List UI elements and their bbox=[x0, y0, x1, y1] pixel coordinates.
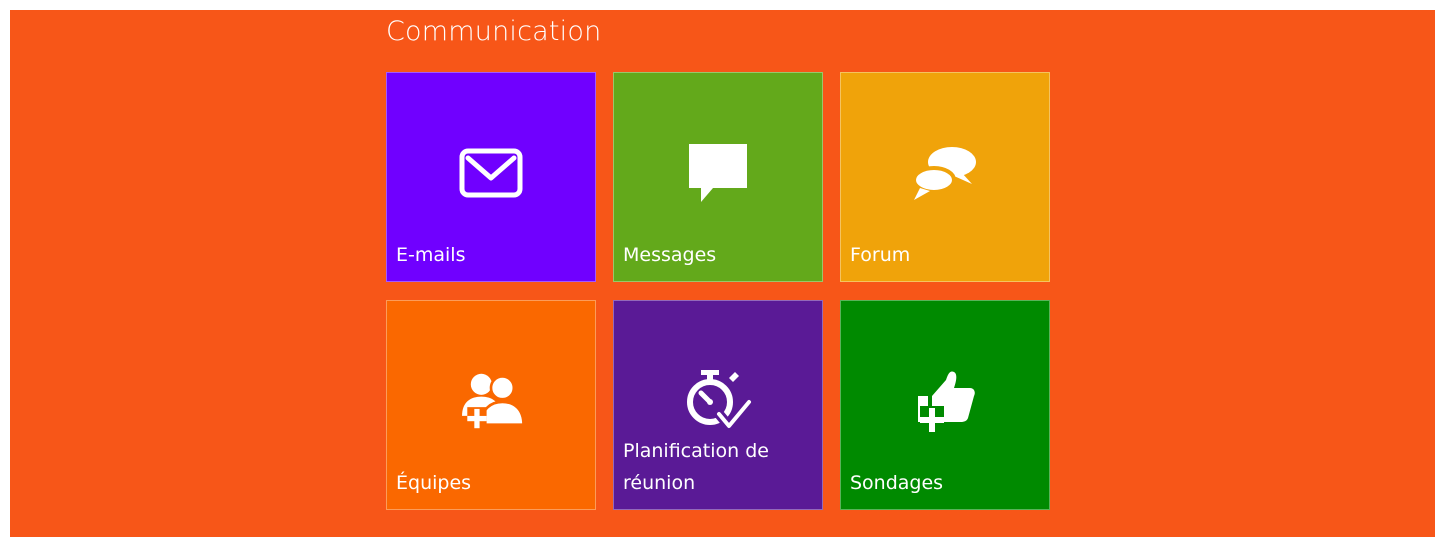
tile-equipes[interactable]: Équipes bbox=[386, 300, 596, 510]
tile-label-equipes: Équipes bbox=[396, 472, 472, 494]
group-add-icon bbox=[455, 365, 527, 437]
tile-messages[interactable]: Messages bbox=[613, 72, 823, 282]
tile-grid: E-mails Messages Forum Équipes Planifica… bbox=[386, 72, 1050, 510]
tile-label-planification: Planification de réunion bbox=[623, 440, 769, 494]
thumbs-up-add-icon bbox=[909, 365, 981, 437]
section-title: Communication bbox=[386, 16, 602, 47]
chat-bubbles-icon bbox=[909, 137, 981, 209]
tile-emails[interactable]: E-mails bbox=[386, 72, 596, 282]
tile-planification-reunion[interactable]: Planification de réunion bbox=[613, 300, 823, 510]
tile-sondages[interactable]: Sondages bbox=[840, 300, 1050, 510]
tile-label-emails: E-mails bbox=[396, 244, 466, 266]
stopwatch-check-icon bbox=[682, 365, 754, 437]
speech-bubble-icon bbox=[682, 137, 754, 209]
tile-label-messages: Messages bbox=[623, 244, 717, 266]
envelope-icon bbox=[455, 137, 527, 209]
tile-label-forum: Forum bbox=[850, 244, 911, 266]
tile-forum[interactable]: Forum bbox=[840, 72, 1050, 282]
tile-label-sondages: Sondages bbox=[850, 472, 944, 494]
